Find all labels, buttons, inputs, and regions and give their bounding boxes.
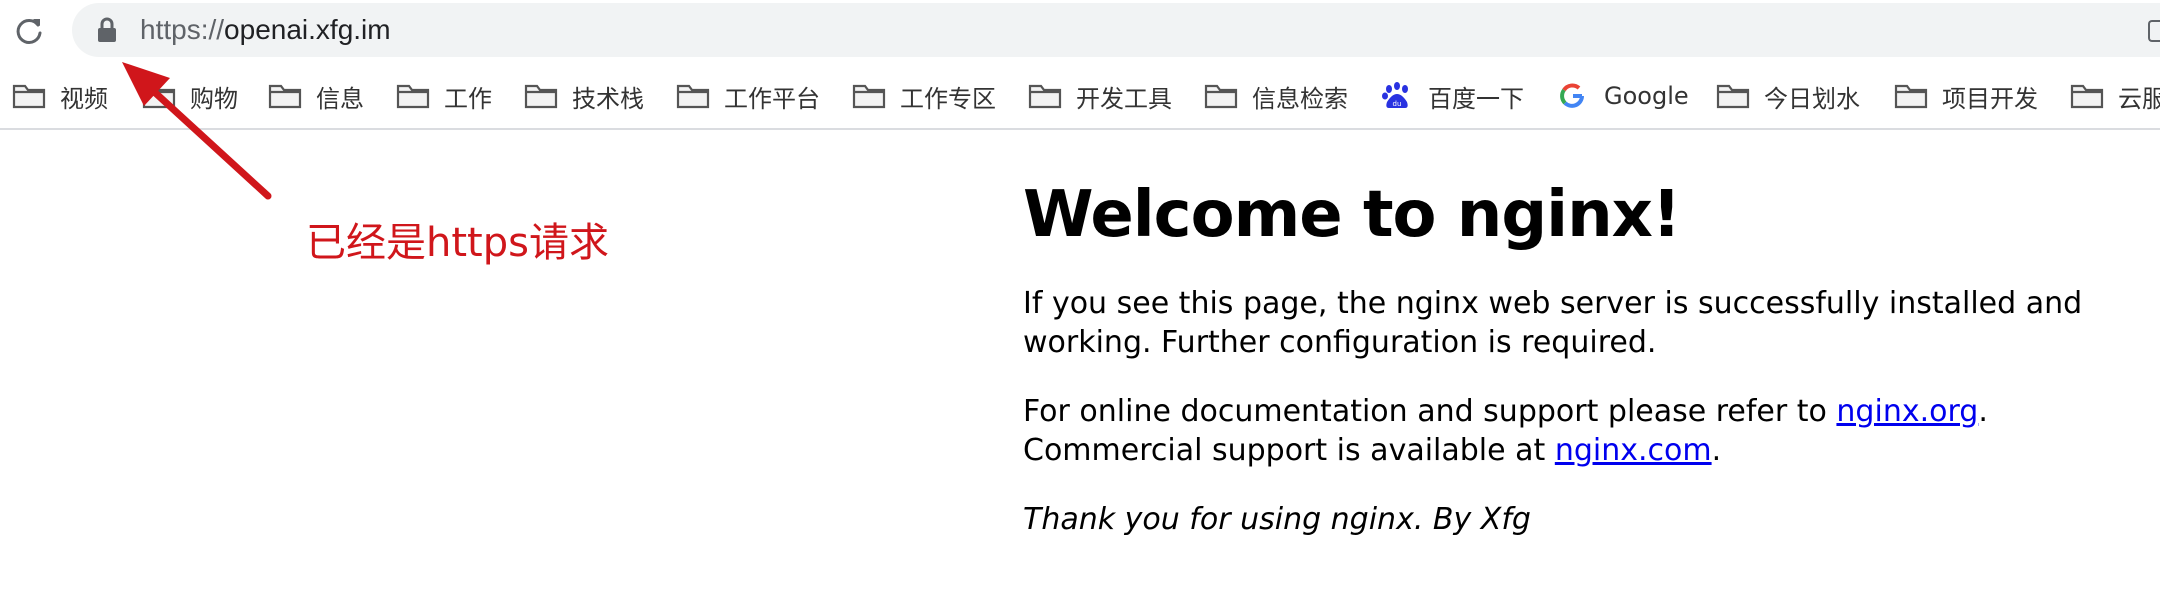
intro-paragraph: If you see this page, the nginx web serv… [1023, 286, 2083, 360]
bookmark-tech-stack[interactable]: 技术栈 [524, 76, 644, 116]
extension-icon[interactable] [2148, 20, 2160, 42]
bookmark-label: 百度一下 [1428, 84, 1524, 113]
docs-punct: . [1978, 394, 1988, 429]
page-title: Welcome to nginx! [1023, 178, 1681, 252]
reload-icon [16, 18, 42, 44]
folder-icon [268, 82, 302, 110]
folder-icon [524, 82, 558, 110]
page-content: Welcome to nginx! If you see this page, … [1023, 170, 2143, 539]
url-text[interactable]: https://openai.xfg.im [140, 10, 391, 50]
bookmark-work[interactable]: 工作 [396, 76, 492, 116]
bookmark-info[interactable]: 信息 [268, 76, 364, 116]
annotation-text: 已经是https请求 [306, 220, 609, 266]
support-punct: . [1711, 433, 1722, 468]
folder-icon [1028, 82, 1062, 110]
docs-paragraph: For online documentation and support ple… [1023, 392, 2143, 470]
bookmark-project-dev[interactable]: 项目开发 [1894, 76, 2038, 116]
bookmark-label: 云服 [2118, 84, 2160, 113]
lock-icon[interactable] [97, 17, 117, 43]
folder-icon [1894, 82, 1928, 110]
folder-icon [12, 82, 46, 110]
nginx-com-link[interactable]: nginx.com [1555, 433, 1712, 468]
folder-icon [142, 82, 176, 110]
nginx-org-link[interactable]: nginx.org [1836, 394, 1978, 429]
bookmark-work-platform[interactable]: 工作平台 [676, 76, 820, 116]
bookmark-label: 信息 [316, 84, 364, 113]
url-scheme: https:// [140, 14, 225, 45]
bookmark-baidu[interactable]: du 百度一下 [1380, 76, 1524, 116]
bookmark-google[interactable]: Google [1556, 76, 1689, 116]
bookmark-label: 今日划水 [1764, 84, 1860, 113]
bookmark-label: 信息检索 [1252, 84, 1348, 113]
svg-text:du: du [1393, 100, 1402, 108]
bookmark-info-search[interactable]: 信息检索 [1204, 76, 1348, 116]
bookmark-today-slack[interactable]: 今日划水 [1716, 76, 1860, 116]
thanks-paragraph: Thank you for using nginx. By Xfg [1023, 502, 1531, 537]
bookmark-label: 视频 [60, 84, 108, 113]
reload-button[interactable] [12, 14, 46, 48]
bookmark-dev-tools[interactable]: 开发工具 [1028, 76, 1172, 116]
folder-icon [396, 82, 430, 110]
bookmarks-bar: 视频 购物 信息 工作 技术栈 工作平台 工作专区 开发工具 信息检索 du 百… [0, 68, 2160, 130]
browser-window: https://openai.xfg.im 视频 购物 信息 工作 技术栈 工作… [0, 0, 2160, 610]
folder-icon [1204, 82, 1238, 110]
folder-icon [2070, 82, 2104, 110]
bookmark-label: 技术栈 [572, 84, 644, 113]
bookmark-label: 项目开发 [1942, 84, 2038, 113]
folder-icon [1716, 82, 1750, 110]
url-host: openai.xfg.im [224, 14, 391, 45]
bookmark-work-zone[interactable]: 工作专区 [852, 76, 996, 116]
bookmark-label: 开发工具 [1076, 84, 1172, 113]
bookmark-label: 购物 [190, 84, 238, 113]
folder-icon [676, 82, 710, 110]
google-icon [1556, 82, 1590, 110]
docs-text: For online documentation and support ple… [1023, 394, 1837, 429]
bookmark-label: Google [1604, 82, 1689, 110]
support-text: Commercial support is available at [1023, 433, 1555, 468]
baidu-icon: du [1380, 82, 1414, 110]
bookmark-label: 工作 [444, 84, 492, 113]
bookmark-videos[interactable]: 视频 [12, 76, 108, 116]
toolbar: https://openai.xfg.im [0, 0, 2160, 62]
bookmark-label: 工作专区 [900, 84, 996, 113]
bookmark-label: 工作平台 [724, 84, 820, 113]
bookmark-shopping[interactable]: 购物 [142, 76, 238, 116]
folder-icon [852, 82, 886, 110]
bookmark-cloud[interactable]: 云服 [2070, 76, 2160, 116]
